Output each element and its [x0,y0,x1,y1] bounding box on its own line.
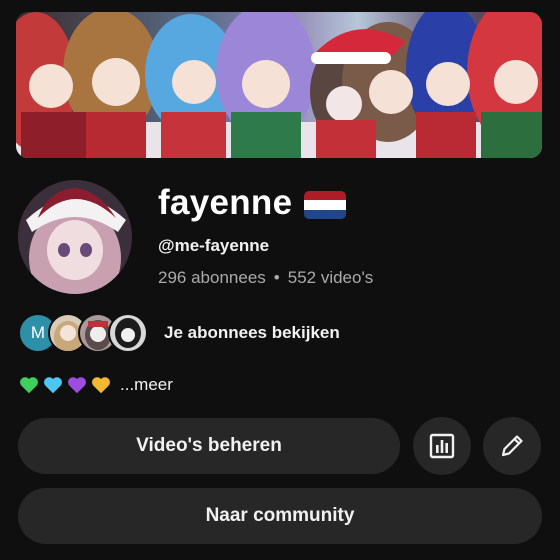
stats-separator: • [273,268,280,287]
subscriber-avatar [108,313,148,353]
subscriber-count: 296 abonnees [158,268,266,287]
channel-handle: @me-fayenne [158,236,270,255]
video-count: 552 video's [287,268,374,287]
yellow-heart-icon [92,377,110,394]
manage-videos-label: Video's beheren [136,435,282,456]
view-subscribers-link[interactable]: Je abonnees bekijken [164,323,340,343]
green-heart-icon [20,377,38,394]
edit-channel-button[interactable] [483,417,541,475]
view-subscribers-row[interactable]: M Je abonnees bekijken [18,313,340,353]
community-label: Naar community [205,505,355,526]
community-button[interactable]: Naar community [18,488,542,544]
purple-heart-icon [68,377,86,394]
channel-name: fayenne [158,183,347,223]
channel-avatar[interactable] [18,180,132,294]
more-link[interactable]: ...meer [120,375,173,395]
manage-videos-button[interactable]: Video's beheren [18,418,400,474]
analytics-button[interactable] [413,417,471,475]
channel-stats: 296 abonnees • 552 video's [158,268,373,288]
bar-chart-icon [429,433,455,459]
netherlands-flag-icon [304,191,347,219]
blue-heart-icon [44,377,62,394]
channel-name-text: fayenne [158,183,293,222]
channel-description[interactable]: ...meer [18,374,173,396]
pencil-icon [501,435,523,457]
channel-banner [16,12,542,158]
